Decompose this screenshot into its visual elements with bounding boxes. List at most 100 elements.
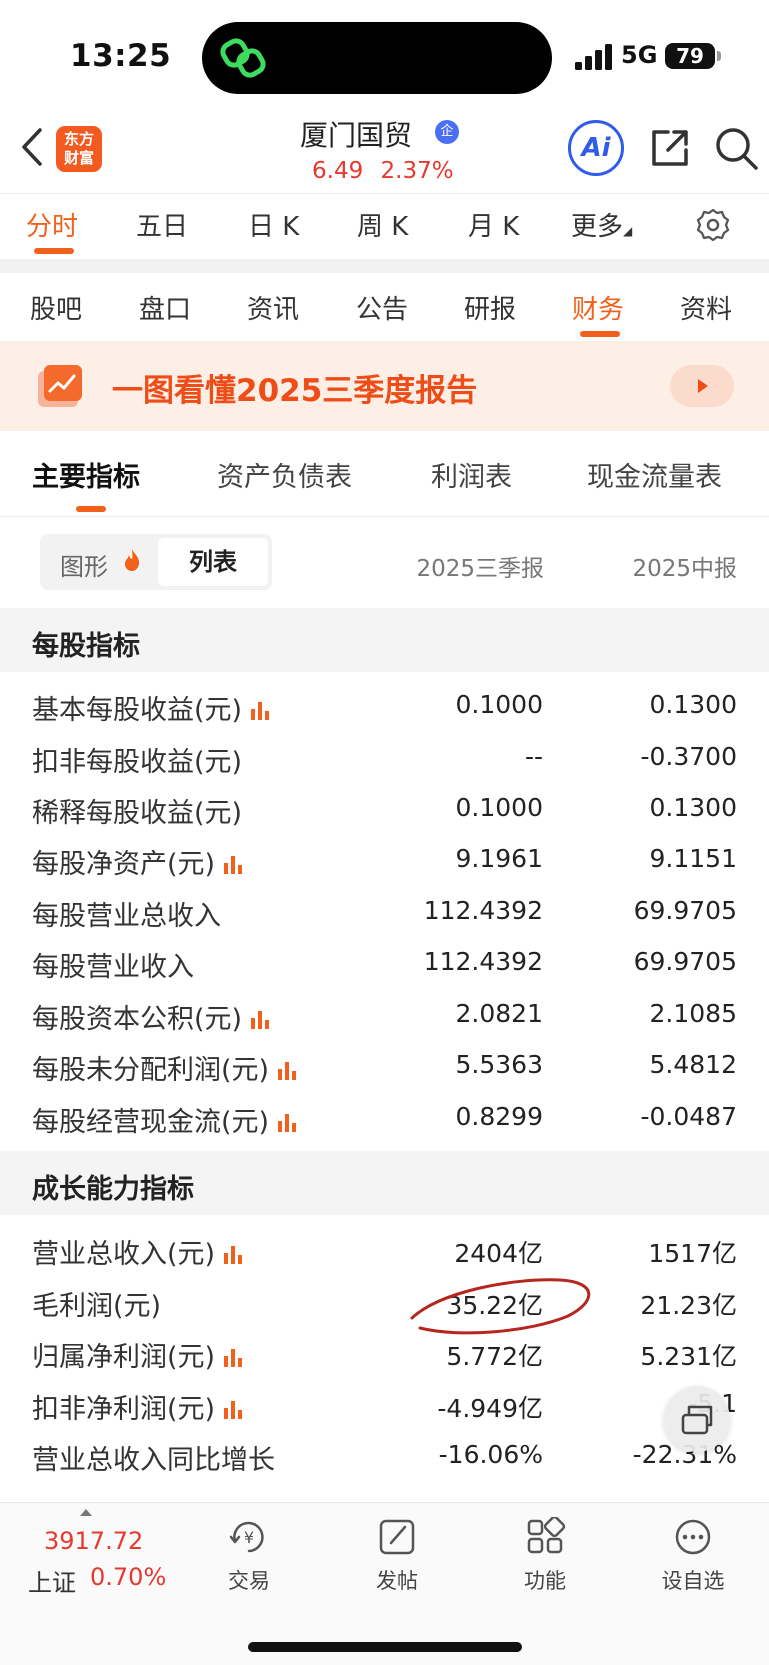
tab-more[interactable]: 更多◢ <box>571 206 632 243</box>
value-q3: 0.8299 <box>455 1102 543 1131</box>
tab-key-indicators[interactable]: 主要指标 <box>32 455 140 494</box>
bar-chart-icon[interactable] <box>223 1347 245 1367</box>
nav-add-watchlist[interactable]: 设自选 <box>643 1517 743 1595</box>
grid-icon <box>527 1517 566 1554</box>
bar-chart-icon[interactable] <box>223 854 245 874</box>
tab-cash-flow[interactable]: 现金流量表 <box>587 455 722 494</box>
gear-icon[interactable] <box>696 208 730 242</box>
value-h1: 9.1151 <box>649 844 737 873</box>
enterprise-badge: 企 <box>435 120 459 144</box>
group-header: 成长能力指标 <box>0 1151 769 1215</box>
bar-chart-icon[interactable] <box>223 1244 245 1264</box>
toggle-list-option[interactable]: 列表 <box>158 538 268 586</box>
floating-tool-button[interactable] <box>664 1386 730 1452</box>
battery-tip <box>717 51 721 61</box>
nav-label: 设自选 <box>661 1569 725 1593</box>
bar-chart-icon[interactable] <box>277 1060 299 1080</box>
table-row[interactable]: 每股营业收入 112.4392 69.9705 <box>0 935 769 987</box>
row-label: 每股未分配利润(元) <box>32 1055 270 1086</box>
value-q3: 35.22亿 <box>446 1291 543 1320</box>
tab-guba[interactable]: 股吧 <box>30 289 82 326</box>
table-row[interactable]: 每股经营现金流(元) 0.8299 -0.0487 <box>0 1090 769 1142</box>
tab-income-statement[interactable]: 利润表 <box>431 455 512 494</box>
bar-chart-icon[interactable] <box>223 1399 245 1419</box>
nav-trade[interactable]: ¥ 交易 <box>199 1517 299 1595</box>
value-h1: 69.9705 <box>633 896 737 925</box>
report-banner[interactable]: 一图看懂2025三季度报告 <box>0 341 769 431</box>
index-name[interactable]: 上证 <box>28 1563 76 1598</box>
row-label-container: 扣非净利润(元) <box>32 1387 245 1426</box>
index-change[interactable]: 0.70% <box>90 1563 166 1591</box>
nav-post[interactable]: 发帖 <box>347 1517 447 1595</box>
row-label: 每股资本公积(元) <box>32 1004 243 1035</box>
table-row[interactable]: 每股营业总收入 112.4392 69.9705 <box>0 884 769 936</box>
tab-research[interactable]: 研报 <box>464 289 516 326</box>
tab-finance[interactable]: 财务 <box>572 289 624 326</box>
tab-balance-sheet[interactable]: 资产负债表 <box>217 455 352 494</box>
table-row[interactable]: 归属净利润(元) 5.772亿 5.231亿 <box>0 1325 769 1377</box>
index-value[interactable]: 3917.72 <box>44 1527 143 1555</box>
app-logo[interactable]: 东方 财富 <box>56 126 102 172</box>
tab-weekly-k[interactable]: 周 K <box>357 206 408 243</box>
tab-pankou[interactable]: 盘口 <box>139 289 191 326</box>
table-row[interactable]: 每股未分配利润(元) 5.5363 5.4812 <box>0 1038 769 1090</box>
table-row[interactable]: 扣非每股收益(元) -- -0.3700 <box>0 730 769 782</box>
table-row[interactable]: 营业总收入同比增长 -16.06% -22.31% <box>0 1428 769 1480</box>
value-h1: 0.1300 <box>649 793 737 822</box>
row-label: 营业总收入同比增长 <box>32 1445 275 1476</box>
play-icon[interactable] <box>670 365 734 407</box>
row-label-container: 营业总收入(元) <box>32 1232 245 1271</box>
table-row[interactable]: 稀释每股收益(元) 0.1000 0.1300 <box>0 781 769 833</box>
share-icon[interactable] <box>648 126 692 170</box>
edit-icon <box>379 1519 415 1555</box>
value-q3: 112.4392 <box>423 896 543 925</box>
search-icon[interactable] <box>712 124 760 172</box>
stock-price: 6.49 <box>312 158 364 184</box>
bar-chart-icon[interactable] <box>250 1009 272 1029</box>
row-label-container: 每股未分配利润(元) <box>32 1048 299 1087</box>
row-label: 稀释每股收益(元) <box>32 798 243 829</box>
value-q3: -4.949亿 <box>437 1394 543 1423</box>
logo-line1: 东方 <box>63 130 94 148</box>
column-header-h1: 2025中报 <box>632 556 737 582</box>
row-label-container: 每股资本公积(元) <box>32 997 272 1036</box>
logo-line2: 财富 <box>63 149 94 167</box>
bar-chart-icon[interactable] <box>250 700 272 720</box>
toggle-chart-option[interactable]: 图形 <box>60 547 108 582</box>
link-icon <box>220 38 266 78</box>
stock-header: 东方 财富 厦门国贸 企 6.49 2.37% Ai <box>0 108 769 193</box>
caret-up-icon[interactable] <box>80 1509 92 1516</box>
row-label: 每股经营现金流(元) <box>32 1107 270 1138</box>
nav-label: 功能 <box>524 1569 566 1593</box>
bar-chart-icon[interactable] <box>277 1112 299 1132</box>
report-chart-icon <box>38 365 82 407</box>
table-row[interactable]: 营业总收入(元) 2404亿 1517亿 <box>0 1222 769 1274</box>
value-q3: 112.4392 <box>423 947 543 976</box>
ai-button[interactable]: Ai <box>568 120 624 176</box>
tab-monthly-k[interactable]: 月 K <box>468 206 519 243</box>
statement-tab-indicator <box>76 506 106 512</box>
table-row[interactable]: 每股净资产(元) 9.1961 9.1151 <box>0 832 769 884</box>
table-row[interactable]: 基本每股收益(元) 0.1000 0.1300 <box>0 678 769 730</box>
tab-daily-k[interactable]: 日 K <box>248 206 299 243</box>
tab-news[interactable]: 资讯 <box>247 289 299 326</box>
chart-tab-indicator <box>34 248 74 254</box>
tab-profile[interactable]: 资料 <box>680 289 732 326</box>
value-h1: 5.231亿 <box>640 1342 737 1371</box>
table-row[interactable]: 扣非净利润(元) -4.949亿 -5.1 <box>0 1377 769 1429</box>
value-h1: 69.9705 <box>633 947 737 976</box>
caret-down-icon: ◢ <box>623 224 633 238</box>
tab-five-day[interactable]: 五日 <box>136 206 188 243</box>
row-label: 每股营业收入 <box>32 952 194 983</box>
back-icon[interactable] <box>18 126 48 168</box>
row-label-container: 基本每股收益(元) <box>32 688 272 727</box>
group-header: 每股指标 <box>0 608 769 672</box>
table-row[interactable]: 毛利润(元) 35.22亿 21.23亿 <box>0 1274 769 1326</box>
table-row[interactable]: 每股资本公积(元) 2.0821 2.1085 <box>0 987 769 1039</box>
tab-announcements[interactable]: 公告 <box>356 289 408 326</box>
tab-intraday[interactable]: 分时 <box>26 206 78 243</box>
value-q3: -16.06% <box>438 1440 543 1469</box>
nav-functions[interactable]: 功能 <box>495 1517 595 1595</box>
value-h1: -0.3700 <box>640 742 738 771</box>
dynamic-island <box>202 22 552 94</box>
